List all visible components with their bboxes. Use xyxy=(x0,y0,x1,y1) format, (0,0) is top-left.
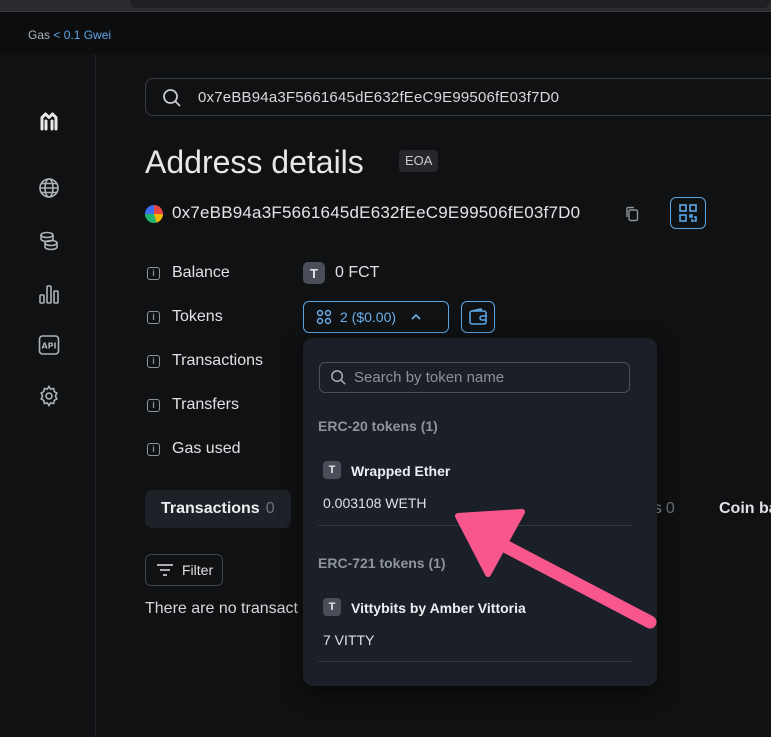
filter-label: Filter xyxy=(182,562,214,578)
gas-label: Gas xyxy=(28,28,51,42)
empty-state-text: There are no transact xyxy=(145,600,298,617)
top-bar: Gas < 0.1 Gwei xyxy=(0,12,771,54)
info-icon[interactable]: i xyxy=(147,354,160,368)
tokens-label: Tokens xyxy=(172,308,223,325)
eoa-badge: EOA xyxy=(399,150,439,172)
erc721-section-title: ERC-721 tokens (1) xyxy=(318,555,446,571)
copy-icon[interactable] xyxy=(625,206,639,222)
fct-token-icon: T xyxy=(303,262,325,284)
address-avatar xyxy=(145,205,163,223)
tab-transactions-count: 0 xyxy=(265,500,275,517)
tokens-dropdown: Search by token name ERC-20 tokens (1) T… xyxy=(303,338,657,686)
gas-used-row: i Gas used xyxy=(147,438,240,460)
wallet-button[interactable] xyxy=(461,301,495,333)
balance-value: 0 FCT xyxy=(335,264,380,281)
brand-logo-icon[interactable] xyxy=(36,108,62,134)
token-name: Vittybits by Amber Vittoria xyxy=(351,600,526,616)
search-icon xyxy=(163,89,181,107)
tokens-dropdown-button[interactable]: 2 ($0.00) xyxy=(303,301,449,333)
token-amount: 7 VITTY xyxy=(323,632,375,648)
browser-address-bar xyxy=(130,0,770,8)
gear-icon[interactable] xyxy=(36,383,62,409)
page-title: Address details xyxy=(145,144,364,180)
address-hash[interactable]: 0x7eBB94a3F5661645dE632fEeC9E99506fE03f7… xyxy=(172,203,580,223)
qr-code-icon xyxy=(679,204,697,222)
token-grid-icon xyxy=(316,309,332,325)
divider xyxy=(318,525,632,526)
divider xyxy=(318,661,632,662)
token-search-input[interactable]: Search by token name xyxy=(319,362,630,393)
token-icon: T xyxy=(323,598,341,616)
token-item-weth[interactable]: T Wrapped Ether 0.003108 WETH xyxy=(318,450,632,526)
search-icon xyxy=(331,370,346,385)
sidebar: API xyxy=(0,54,96,737)
balance-row: i Balance xyxy=(147,262,230,284)
tokens-row: i Tokens xyxy=(147,306,223,328)
info-icon[interactable]: i xyxy=(147,266,160,280)
filter-icon xyxy=(157,564,173,576)
token-search-placeholder: Search by token name xyxy=(354,369,505,386)
gas-used-label: Gas used xyxy=(172,440,241,457)
token-name: Wrapped Ether xyxy=(351,463,451,479)
svg-text:API: API xyxy=(41,342,56,351)
api-icon[interactable]: API xyxy=(36,332,62,358)
transfers-label: Transfers xyxy=(172,396,239,413)
transfers-row: i Transfers xyxy=(147,394,239,416)
search-input[interactable]: 0x7eBB94a3F5661645dE632fEeC9E99506fE03f7… xyxy=(145,78,771,116)
coins-stack-icon[interactable] xyxy=(36,228,62,254)
wallet-icon xyxy=(469,308,487,325)
browser-chrome-strip xyxy=(0,0,771,12)
globe-icon[interactable] xyxy=(36,175,62,201)
erc20-section-title: ERC-20 tokens (1) xyxy=(318,418,438,434)
info-icon[interactable]: i xyxy=(147,442,160,456)
tokens-summary: 2 ($0.00) xyxy=(340,309,397,325)
tab-transactions[interactable]: Transactions 0 xyxy=(145,490,291,528)
tab-coin-balance[interactable]: Coin ba xyxy=(719,500,771,518)
gas-price[interactable]: Gas < 0.1 Gwei xyxy=(28,28,111,42)
info-icon[interactable]: i xyxy=(147,398,160,412)
tab-transactions-label: Transactions xyxy=(161,500,260,517)
filter-button[interactable]: Filter xyxy=(145,554,223,586)
tab-partial-count: 0 xyxy=(665,500,675,517)
search-value: 0x7eBB94a3F5661645dE632fEeC9E99506fE03f7… xyxy=(198,89,560,106)
transactions-label: Transactions xyxy=(172,352,263,369)
token-item-vitty[interactable]: T Vittybits by Amber Vittoria 7 VITTY xyxy=(318,587,632,661)
transactions-row: i Transactions xyxy=(147,350,263,372)
qr-code-button[interactable] xyxy=(670,197,706,229)
token-icon: T xyxy=(323,461,341,479)
token-amount: 0.003108 WETH xyxy=(323,495,427,511)
gas-value: < 0.1 Gwei xyxy=(53,28,112,42)
info-icon[interactable]: i xyxy=(147,310,160,324)
chevron-up-icon xyxy=(411,313,421,320)
balance-label: Balance xyxy=(172,264,230,281)
bar-chart-icon[interactable] xyxy=(36,281,62,307)
